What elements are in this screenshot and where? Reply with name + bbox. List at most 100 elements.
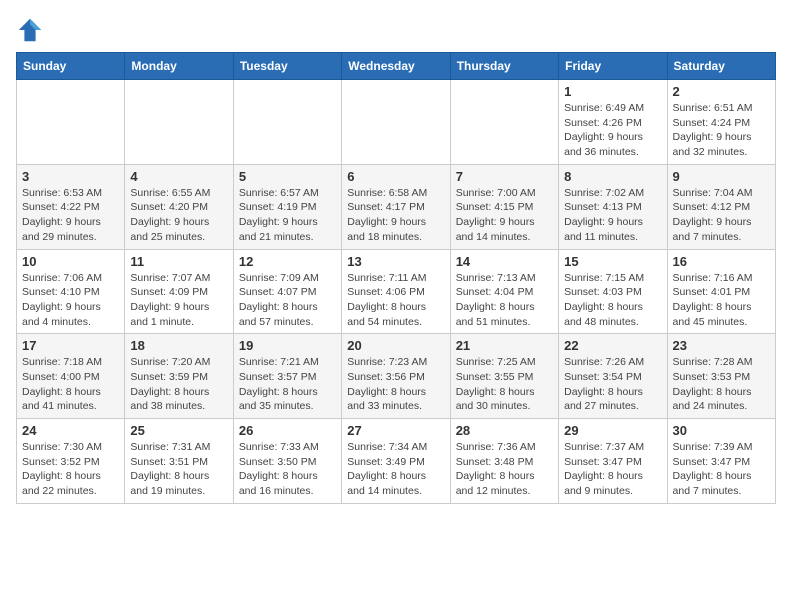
day-info: Sunrise: 7:04 AM Sunset: 4:12 PM Dayligh… xyxy=(673,186,770,245)
day-info: Sunrise: 7:21 AM Sunset: 3:57 PM Dayligh… xyxy=(239,355,336,414)
day-number: 14 xyxy=(456,254,553,269)
calendar-cell xyxy=(342,80,450,165)
day-number: 12 xyxy=(239,254,336,269)
calendar-cell: 20 Sunrise: 7:23 AM Sunset: 3:56 PM Dayli… xyxy=(342,334,450,419)
day-number: 21 xyxy=(456,338,553,353)
calendar-cell: 3Sunrise: 6:53 AM Sunset: 4:22 PM Daylig… xyxy=(17,164,125,249)
calendar-cell: 18 Sunrise: 7:20 AM Sunset: 3:59 PM Dayli… xyxy=(125,334,233,419)
day-info: Sunrise: 7:30 AM Sunset: 3:52 PM Dayligh… xyxy=(22,440,119,499)
calendar-cell: 2Sunrise: 6:51 AM Sunset: 4:24 PM Daylig… xyxy=(667,80,775,165)
day-info: Sunrise: 7:11 AM Sunset: 4:06 PM Dayligh… xyxy=(347,271,444,330)
day-number: 9 xyxy=(673,169,770,184)
day-info: Sunrise: 6:58 AM Sunset: 4:17 PM Dayligh… xyxy=(347,186,444,245)
calendar-cell: 6 Sunrise: 6:58 AM Sunset: 4:17 PM Daylig… xyxy=(342,164,450,249)
day-info: Sunrise: 6:57 AM Sunset: 4:19 PM Dayligh… xyxy=(239,186,336,245)
day-info: Sunrise: 7:23 AM Sunset: 3:56 PM Dayligh… xyxy=(347,355,444,414)
calendar-cell: 24 Sunrise: 7:30 AM Sunset: 3:52 PM Dayli… xyxy=(17,419,125,504)
day-info: Sunrise: 7:26 AM Sunset: 3:54 PM Dayligh… xyxy=(564,355,661,414)
day-info: Sunrise: 7:07 AM Sunset: 4:09 PM Dayligh… xyxy=(130,271,227,330)
calendar-cell xyxy=(233,80,341,165)
calendar-cell: 19Sunrise: 7:21 AM Sunset: 3:57 PM Dayli… xyxy=(233,334,341,419)
day-number: 10 xyxy=(22,254,119,269)
calendar-cell: 27 Sunrise: 7:34 AM Sunset: 3:49 PM Dayli… xyxy=(342,419,450,504)
calendar-cell: 13 Sunrise: 7:11 AM Sunset: 4:06 PM Dayli… xyxy=(342,249,450,334)
day-info: Sunrise: 7:15 AM Sunset: 4:03 PM Dayligh… xyxy=(564,271,661,330)
day-info: Sunrise: 7:00 AM Sunset: 4:15 PM Dayligh… xyxy=(456,186,553,245)
day-info: Sunrise: 7:20 AM Sunset: 3:59 PM Dayligh… xyxy=(130,355,227,414)
day-number: 20 xyxy=(347,338,444,353)
calendar-week-row: 1 Sunrise: 6:49 AM Sunset: 4:26 PM Daylig… xyxy=(17,80,776,165)
day-number: 7 xyxy=(456,169,553,184)
day-number: 18 xyxy=(130,338,227,353)
calendar-cell: 23Sunrise: 7:28 AM Sunset: 3:53 PM Dayli… xyxy=(667,334,775,419)
day-number: 8 xyxy=(564,169,661,184)
calendar-cell: 16Sunrise: 7:16 AM Sunset: 4:01 PM Dayli… xyxy=(667,249,775,334)
weekday-header-row: SundayMondayTuesdayWednesdayThursdayFrid… xyxy=(17,53,776,80)
day-info: Sunrise: 7:34 AM Sunset: 3:49 PM Dayligh… xyxy=(347,440,444,499)
day-number: 15 xyxy=(564,254,661,269)
calendar-week-row: 17Sunrise: 7:18 AM Sunset: 4:00 PM Dayli… xyxy=(17,334,776,419)
day-number: 30 xyxy=(673,423,770,438)
day-info: Sunrise: 6:49 AM Sunset: 4:26 PM Dayligh… xyxy=(564,101,661,160)
day-number: 25 xyxy=(130,423,227,438)
calendar-cell: 10Sunrise: 7:06 AM Sunset: 4:10 PM Dayli… xyxy=(17,249,125,334)
day-number: 27 xyxy=(347,423,444,438)
calendar-cell: 22 Sunrise: 7:26 AM Sunset: 3:54 PM Dayli… xyxy=(559,334,667,419)
day-info: Sunrise: 6:51 AM Sunset: 4:24 PM Dayligh… xyxy=(673,101,770,160)
day-info: Sunrise: 7:25 AM Sunset: 3:55 PM Dayligh… xyxy=(456,355,553,414)
day-number: 1 xyxy=(564,84,661,99)
day-number: 29 xyxy=(564,423,661,438)
day-number: 13 xyxy=(347,254,444,269)
page-header xyxy=(16,16,776,44)
day-info: Sunrise: 7:36 AM Sunset: 3:48 PM Dayligh… xyxy=(456,440,553,499)
logo xyxy=(16,16,48,44)
calendar-cell: 12 Sunrise: 7:09 AM Sunset: 4:07 PM Dayli… xyxy=(233,249,341,334)
calendar-cell: 28 Sunrise: 7:36 AM Sunset: 3:48 PM Dayli… xyxy=(450,419,558,504)
weekday-header-monday: Monday xyxy=(125,53,233,80)
calendar-cell xyxy=(450,80,558,165)
calendar-cell: 30 Sunrise: 7:39 AM Sunset: 3:47 PM Dayli… xyxy=(667,419,775,504)
day-info: Sunrise: 6:55 AM Sunset: 4:20 PM Dayligh… xyxy=(130,186,227,245)
day-info: Sunrise: 7:39 AM Sunset: 3:47 PM Dayligh… xyxy=(673,440,770,499)
calendar-cell: 11Sunrise: 7:07 AM Sunset: 4:09 PM Dayli… xyxy=(125,249,233,334)
day-number: 24 xyxy=(22,423,119,438)
calendar-cell: 17Sunrise: 7:18 AM Sunset: 4:00 PM Dayli… xyxy=(17,334,125,419)
calendar-cell: 9 Sunrise: 7:04 AM Sunset: 4:12 PM Daylig… xyxy=(667,164,775,249)
day-info: Sunrise: 7:33 AM Sunset: 3:50 PM Dayligh… xyxy=(239,440,336,499)
day-info: Sunrise: 7:13 AM Sunset: 4:04 PM Dayligh… xyxy=(456,271,553,330)
logo-icon xyxy=(16,16,44,44)
day-info: Sunrise: 7:28 AM Sunset: 3:53 PM Dayligh… xyxy=(673,355,770,414)
calendar-table: SundayMondayTuesdayWednesdayThursdayFrid… xyxy=(16,52,776,504)
calendar-cell: 21 Sunrise: 7:25 AM Sunset: 3:55 PM Dayli… xyxy=(450,334,558,419)
day-number: 6 xyxy=(347,169,444,184)
day-number: 17 xyxy=(22,338,119,353)
day-number: 28 xyxy=(456,423,553,438)
calendar-cell: 14 Sunrise: 7:13 AM Sunset: 4:04 PM Dayli… xyxy=(450,249,558,334)
weekday-header-wednesday: Wednesday xyxy=(342,53,450,80)
calendar-header: SundayMondayTuesdayWednesdayThursdayFrid… xyxy=(17,53,776,80)
calendar-cell: 25 Sunrise: 7:31 AM Sunset: 3:51 PM Dayli… xyxy=(125,419,233,504)
day-number: 16 xyxy=(673,254,770,269)
day-info: Sunrise: 7:37 AM Sunset: 3:47 PM Dayligh… xyxy=(564,440,661,499)
day-info: Sunrise: 7:31 AM Sunset: 3:51 PM Dayligh… xyxy=(130,440,227,499)
calendar-cell: 26 Sunrise: 7:33 AM Sunset: 3:50 PM Dayli… xyxy=(233,419,341,504)
day-info: Sunrise: 6:53 AM Sunset: 4:22 PM Dayligh… xyxy=(22,186,119,245)
calendar-cell: 4Sunrise: 6:55 AM Sunset: 4:20 PM Daylig… xyxy=(125,164,233,249)
calendar-cell xyxy=(17,80,125,165)
weekday-header-friday: Friday xyxy=(559,53,667,80)
day-number: 22 xyxy=(564,338,661,353)
weekday-header-sunday: Sunday xyxy=(17,53,125,80)
calendar-week-row: 10Sunrise: 7:06 AM Sunset: 4:10 PM Dayli… xyxy=(17,249,776,334)
weekday-header-thursday: Thursday xyxy=(450,53,558,80)
day-number: 5 xyxy=(239,169,336,184)
calendar-cell xyxy=(125,80,233,165)
weekday-header-saturday: Saturday xyxy=(667,53,775,80)
calendar-cell: 29 Sunrise: 7:37 AM Sunset: 3:47 PM Dayli… xyxy=(559,419,667,504)
day-number: 26 xyxy=(239,423,336,438)
calendar-week-row: 24 Sunrise: 7:30 AM Sunset: 3:52 PM Dayli… xyxy=(17,419,776,504)
calendar-cell: 7 Sunrise: 7:00 AM Sunset: 4:15 PM Daylig… xyxy=(450,164,558,249)
calendar-week-row: 3Sunrise: 6:53 AM Sunset: 4:22 PM Daylig… xyxy=(17,164,776,249)
day-info: Sunrise: 7:02 AM Sunset: 4:13 PM Dayligh… xyxy=(564,186,661,245)
calendar-cell: 15 Sunrise: 7:15 AM Sunset: 4:03 PM Dayli… xyxy=(559,249,667,334)
day-info: Sunrise: 7:09 AM Sunset: 4:07 PM Dayligh… xyxy=(239,271,336,330)
